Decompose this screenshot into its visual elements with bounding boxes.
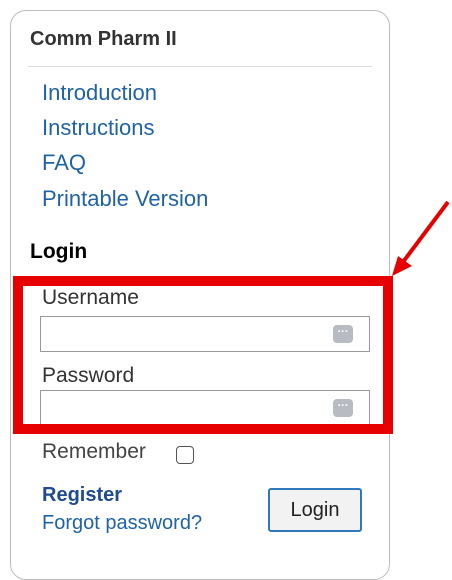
register-link[interactable]: Register	[42, 484, 122, 507]
divider	[28, 66, 372, 67]
nav-link-printable-version[interactable]: Printable Version	[42, 186, 208, 212]
nav-link-faq[interactable]: FAQ	[42, 150, 86, 176]
nav-link-introduction[interactable]: Introduction	[42, 80, 157, 106]
nav-link-instructions[interactable]: Instructions	[42, 115, 155, 141]
remember-checkbox[interactable]	[176, 446, 194, 464]
login-button[interactable]: Login	[268, 488, 362, 532]
login-heading: Login	[30, 240, 88, 263]
remember-label: Remember	[42, 440, 146, 463]
forgot-password-link[interactable]: Forgot password?	[42, 512, 202, 535]
annotation-highlight-box	[13, 276, 393, 434]
course-title: Comm Pharm II	[30, 28, 177, 50]
annotation-arrow-icon	[392, 200, 450, 276]
